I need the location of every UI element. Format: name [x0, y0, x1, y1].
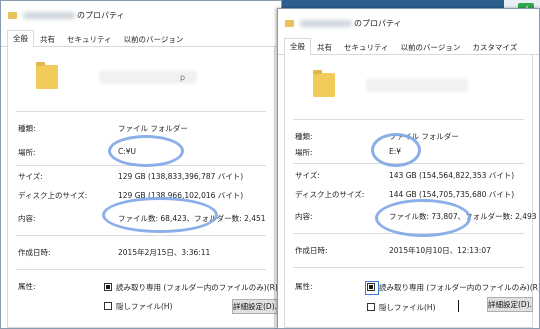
size-label: サイズ: [295, 171, 320, 180]
redacted-folder-name [300, 19, 352, 27]
disk-size-label: ディスク上のサイズ: [295, 190, 365, 199]
attributes-label: 属性: [18, 282, 36, 291]
general-panel: 種類: ファイル フォルダー 場所: E:¥ サイズ: 143 GB (154,… [284, 55, 539, 328]
properties-window-left: のプロパティ 全般 共有 セキュリティ 以前のバージョン p 種類: ファイル … [0, 0, 282, 329]
divider [16, 165, 266, 166]
created-label: 作成日時: [18, 248, 51, 257]
window-title: のプロパティ [77, 10, 125, 20]
contents-label: 内容: [295, 212, 313, 221]
title-bar[interactable]: のプロパティ [278, 9, 539, 37]
type-label: 種類: [295, 132, 313, 141]
tab-general[interactable]: 全般 [284, 38, 311, 55]
folder-icon [8, 11, 17, 19]
created-value[interactable]: 2015年2月15日、3:36:11 [118, 247, 210, 258]
type-label: 種類: [18, 124, 36, 133]
redacted-folder-name [23, 11, 75, 19]
window-title: のプロパティ [354, 18, 402, 28]
divider [293, 233, 524, 234]
location-label: 場所: [18, 148, 36, 157]
hidden-label[interactable]: 隠しファイル(H) [379, 302, 436, 313]
tab-sharing[interactable]: 共有 [311, 40, 338, 54]
location-label: 場所: [295, 148, 313, 157]
tab-strip: 全般 共有 セキュリティ 以前のバージョン [1, 29, 281, 47]
folder-icon [285, 19, 294, 27]
title-bar[interactable]: のプロパティ [1, 1, 281, 29]
folder-name-field[interactable] [367, 79, 467, 91]
tab-customize[interactable]: カスタマイズ [466, 40, 523, 54]
created-label: 作成日時: [295, 246, 328, 255]
tab-previous-versions[interactable]: 以前のバージョン [395, 40, 467, 54]
contents-label: 内容: [18, 214, 36, 223]
tab-sharing[interactable]: 共有 [34, 32, 61, 46]
attributes-label: 属性: [295, 282, 313, 291]
tab-strip: 全般 共有 セキュリティ 以前のバージョン カスタマイズ [278, 37, 539, 55]
location-value[interactable]: C:¥U [118, 147, 136, 156]
tab-general[interactable]: 全般 [7, 30, 34, 47]
divider [16, 235, 266, 236]
hidden-label[interactable]: 隠しファイル(H) [116, 301, 173, 312]
readonly-checkbox[interactable] [365, 281, 379, 295]
tab-security[interactable]: セキュリティ [338, 40, 395, 54]
divider [293, 119, 524, 120]
tab-previous-versions[interactable]: 以前のバージョン [118, 32, 190, 46]
divider [293, 267, 524, 268]
divider [16, 269, 266, 270]
type-value: ファイル フォルダー [118, 124, 188, 133]
advanced-button[interactable]: 詳細設定(D)... [487, 297, 533, 312]
advanced-button[interactable]: 詳細設定(D)... [232, 299, 278, 314]
contents-value[interactable]: ファイル数: 68,423、フォルダー数: 2,451 [118, 213, 266, 224]
contents-value[interactable]: ファイル数: 73,807、フォルダー数: 2,493 [389, 211, 537, 222]
readonly-label[interactable]: 読み取り専用 (フォルダー内のファイルのみ)(R) [379, 282, 539, 293]
disk-size-value[interactable]: 129 GB (138,966,102,016 バイト) [118, 190, 243, 201]
readonly-checkbox[interactable] [104, 283, 112, 291]
general-panel: p 種類: ファイル フォルダー 場所: C:¥U サイズ: 129 GB (1… [7, 47, 278, 328]
hidden-checkbox[interactable] [104, 302, 112, 310]
folder-large-icon [36, 62, 58, 89]
disk-size-label: ディスク上のサイズ: [18, 191, 88, 200]
location-value[interactable]: E:¥ [389, 147, 401, 156]
size-label: サイズ: [18, 172, 43, 181]
tab-security[interactable]: セキュリティ [61, 32, 118, 46]
text-cursor [458, 300, 459, 312]
folder-name-suffix: p [180, 73, 186, 82]
type-value: ファイル フォルダー [389, 132, 459, 141]
disk-size-value[interactable]: 144 GB (154,705,735,680 バイト) [389, 189, 514, 200]
folder-large-icon [313, 70, 335, 97]
readonly-label[interactable]: 読み取り専用 (フォルダー内のファイルのみ)(R) [116, 282, 278, 293]
size-value[interactable]: 129 GB (138,833,396,787 バイト) [118, 171, 243, 182]
divider [16, 111, 266, 112]
size-value[interactable]: 143 GB (154,564,822,353 バイト) [389, 170, 514, 181]
divider [293, 163, 524, 164]
properties-window-right: のプロパティ 全般 共有 セキュリティ 以前のバージョン カスタマイズ 種類: … [277, 8, 540, 329]
hidden-checkbox[interactable] [367, 303, 375, 311]
created-value[interactable]: 2015年10月10日、12:13:07 [389, 245, 491, 256]
